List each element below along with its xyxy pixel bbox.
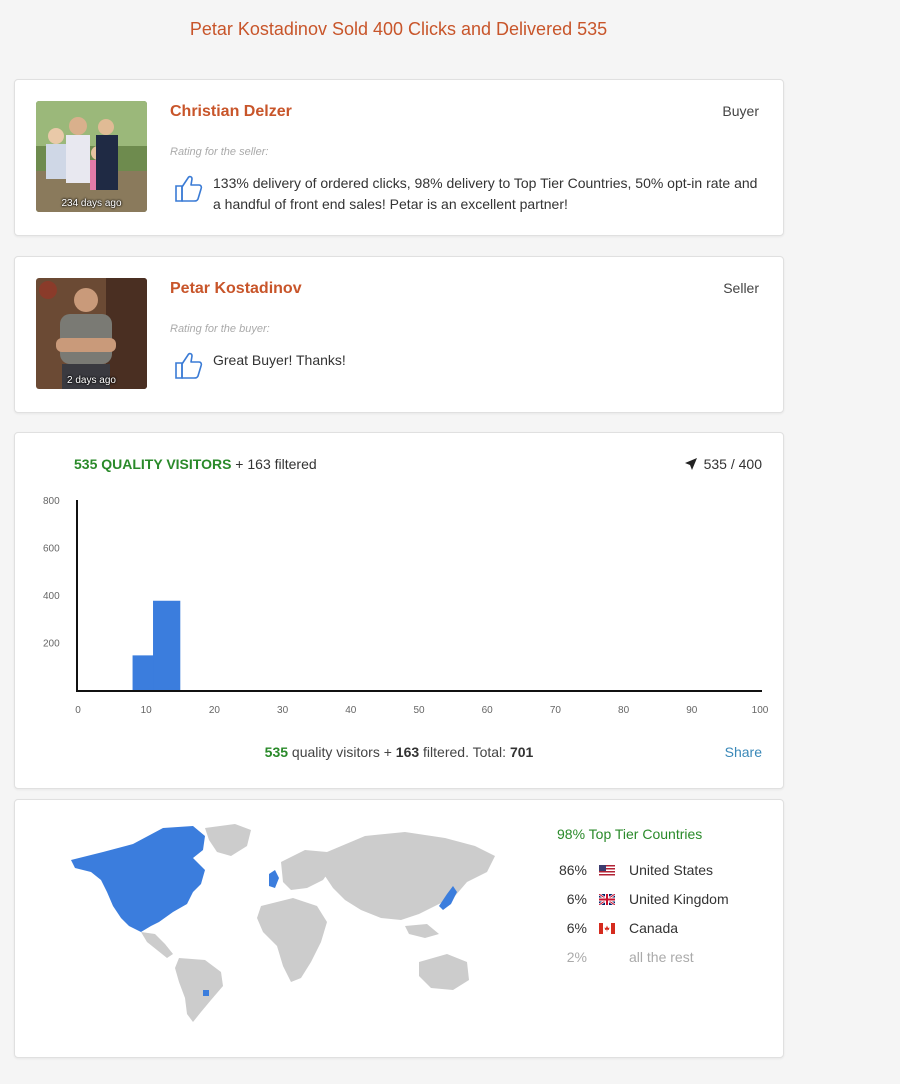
review-card-buyer: 234 days ago Christian Delzer Buyer Rati… bbox=[14, 79, 784, 236]
country-pct: 2% bbox=[566, 949, 587, 965]
north-america-region bbox=[71, 826, 205, 932]
australia-region bbox=[419, 954, 469, 990]
country-pct: 6% bbox=[566, 920, 587, 936]
time-ago: 234 days ago bbox=[61, 198, 122, 209]
visitors-card: 535 QUALITY VISITORS + 163 filtered 535 … bbox=[14, 432, 784, 789]
se-asia-region bbox=[405, 924, 439, 938]
share-link[interactable]: Share bbox=[725, 744, 762, 760]
x-tick-label: 10 bbox=[141, 705, 153, 716]
y-tick-label: 200 bbox=[43, 639, 60, 650]
time-ago: 2 days ago bbox=[67, 375, 116, 386]
central-america-region bbox=[141, 932, 173, 958]
x-tick-label: 100 bbox=[752, 705, 769, 716]
review-card-seller: 2 days ago Petar Kostadinov Seller Ratin… bbox=[14, 256, 784, 413]
summary-filtered: 163 bbox=[395, 744, 420, 760]
thumbs-up-icon bbox=[173, 172, 205, 209]
country-row: 6% Canada bbox=[555, 920, 678, 936]
x-tick-label: 0 bbox=[75, 705, 81, 716]
country-pct: 86% bbox=[558, 862, 587, 878]
page-title: Petar Kostadinov Sold 400 Clicks and Del… bbox=[189, 19, 608, 39]
south-america-highlight bbox=[203, 990, 209, 996]
reviewer-name[interactable]: Petar Kostadinov bbox=[170, 280, 302, 298]
x-axis-ticks: 0 10 20 30 40 50 60 70 80 90 100 bbox=[75, 705, 769, 716]
country-pct: 6% bbox=[566, 891, 587, 907]
country-row: 6% United Kingdom bbox=[555, 891, 729, 907]
country-row: 86% United States bbox=[555, 862, 713, 878]
y-tick-label: 400 bbox=[43, 591, 60, 602]
bars bbox=[132, 600, 181, 691]
south-america-region bbox=[175, 958, 223, 1022]
y-tick-label: 600 bbox=[43, 544, 60, 555]
x-tick-label: 70 bbox=[550, 705, 562, 716]
x-tick-label: 80 bbox=[618, 705, 630, 716]
uk-flag-icon bbox=[599, 893, 615, 905]
x-tick-label: 30 bbox=[277, 705, 289, 716]
country-name: United Kingdom bbox=[629, 891, 729, 907]
country-name: Canada bbox=[629, 920, 679, 936]
review-text: 133% delivery of ordered clicks, 98% del… bbox=[213, 175, 758, 212]
x-tick-label: 60 bbox=[482, 705, 494, 716]
europe-region bbox=[281, 850, 333, 890]
summary-quality: 535 bbox=[264, 744, 289, 760]
visitors-chart: 200 400 600 800 0 10 20 30 40 50 60 70 80 90 100 bbox=[43, 496, 769, 716]
reviewer-name[interactable]: Christian Delzer bbox=[170, 103, 292, 121]
rating-label: Rating for the buyer: bbox=[170, 323, 270, 335]
no-flag-spacer bbox=[599, 952, 615, 963]
x-tick-label: 20 bbox=[209, 705, 221, 716]
top-tier-label: 98% Top Tier Countries bbox=[557, 826, 703, 842]
asia-region bbox=[325, 832, 495, 920]
review-text: Great Buyer! Thanks! bbox=[213, 352, 346, 368]
avatar: 234 days ago bbox=[36, 101, 147, 212]
summary-total: 701 bbox=[509, 744, 534, 760]
ca-flag-icon bbox=[599, 922, 615, 934]
y-tick-label: 800 bbox=[43, 496, 60, 507]
us-flag-icon bbox=[599, 864, 615, 876]
reviewer-role: Buyer bbox=[722, 103, 759, 119]
world-map bbox=[71, 824, 495, 1022]
country-name: all the rest bbox=[629, 949, 694, 965]
x-tick-label: 40 bbox=[345, 705, 357, 716]
geo-card: 98% Top Tier Countries 86% United States… bbox=[14, 799, 784, 1058]
summary-filtered-text: filtered. Total: bbox=[419, 744, 510, 760]
summary-quality-text: quality visitors + bbox=[288, 744, 396, 760]
rating-label: Rating for the seller: bbox=[170, 146, 269, 158]
country-row: 2% all the rest bbox=[555, 949, 694, 965]
thumbs-up-icon bbox=[173, 349, 205, 386]
x-tick-label: 50 bbox=[413, 705, 425, 716]
reviewer-role: Seller bbox=[723, 280, 759, 296]
chart-bar bbox=[153, 600, 181, 691]
country-name: United States bbox=[629, 862, 714, 878]
y-axis-ticks: 200 400 600 800 bbox=[43, 496, 60, 650]
avatar: 2 days ago bbox=[36, 278, 147, 389]
x-tick-label: 90 bbox=[686, 705, 698, 716]
africa-region bbox=[257, 898, 327, 982]
visitors-summary: 535 quality visitors + 163 filtered. Tot… bbox=[15, 744, 783, 760]
greenland-region bbox=[205, 824, 251, 856]
uk-region bbox=[269, 870, 279, 888]
